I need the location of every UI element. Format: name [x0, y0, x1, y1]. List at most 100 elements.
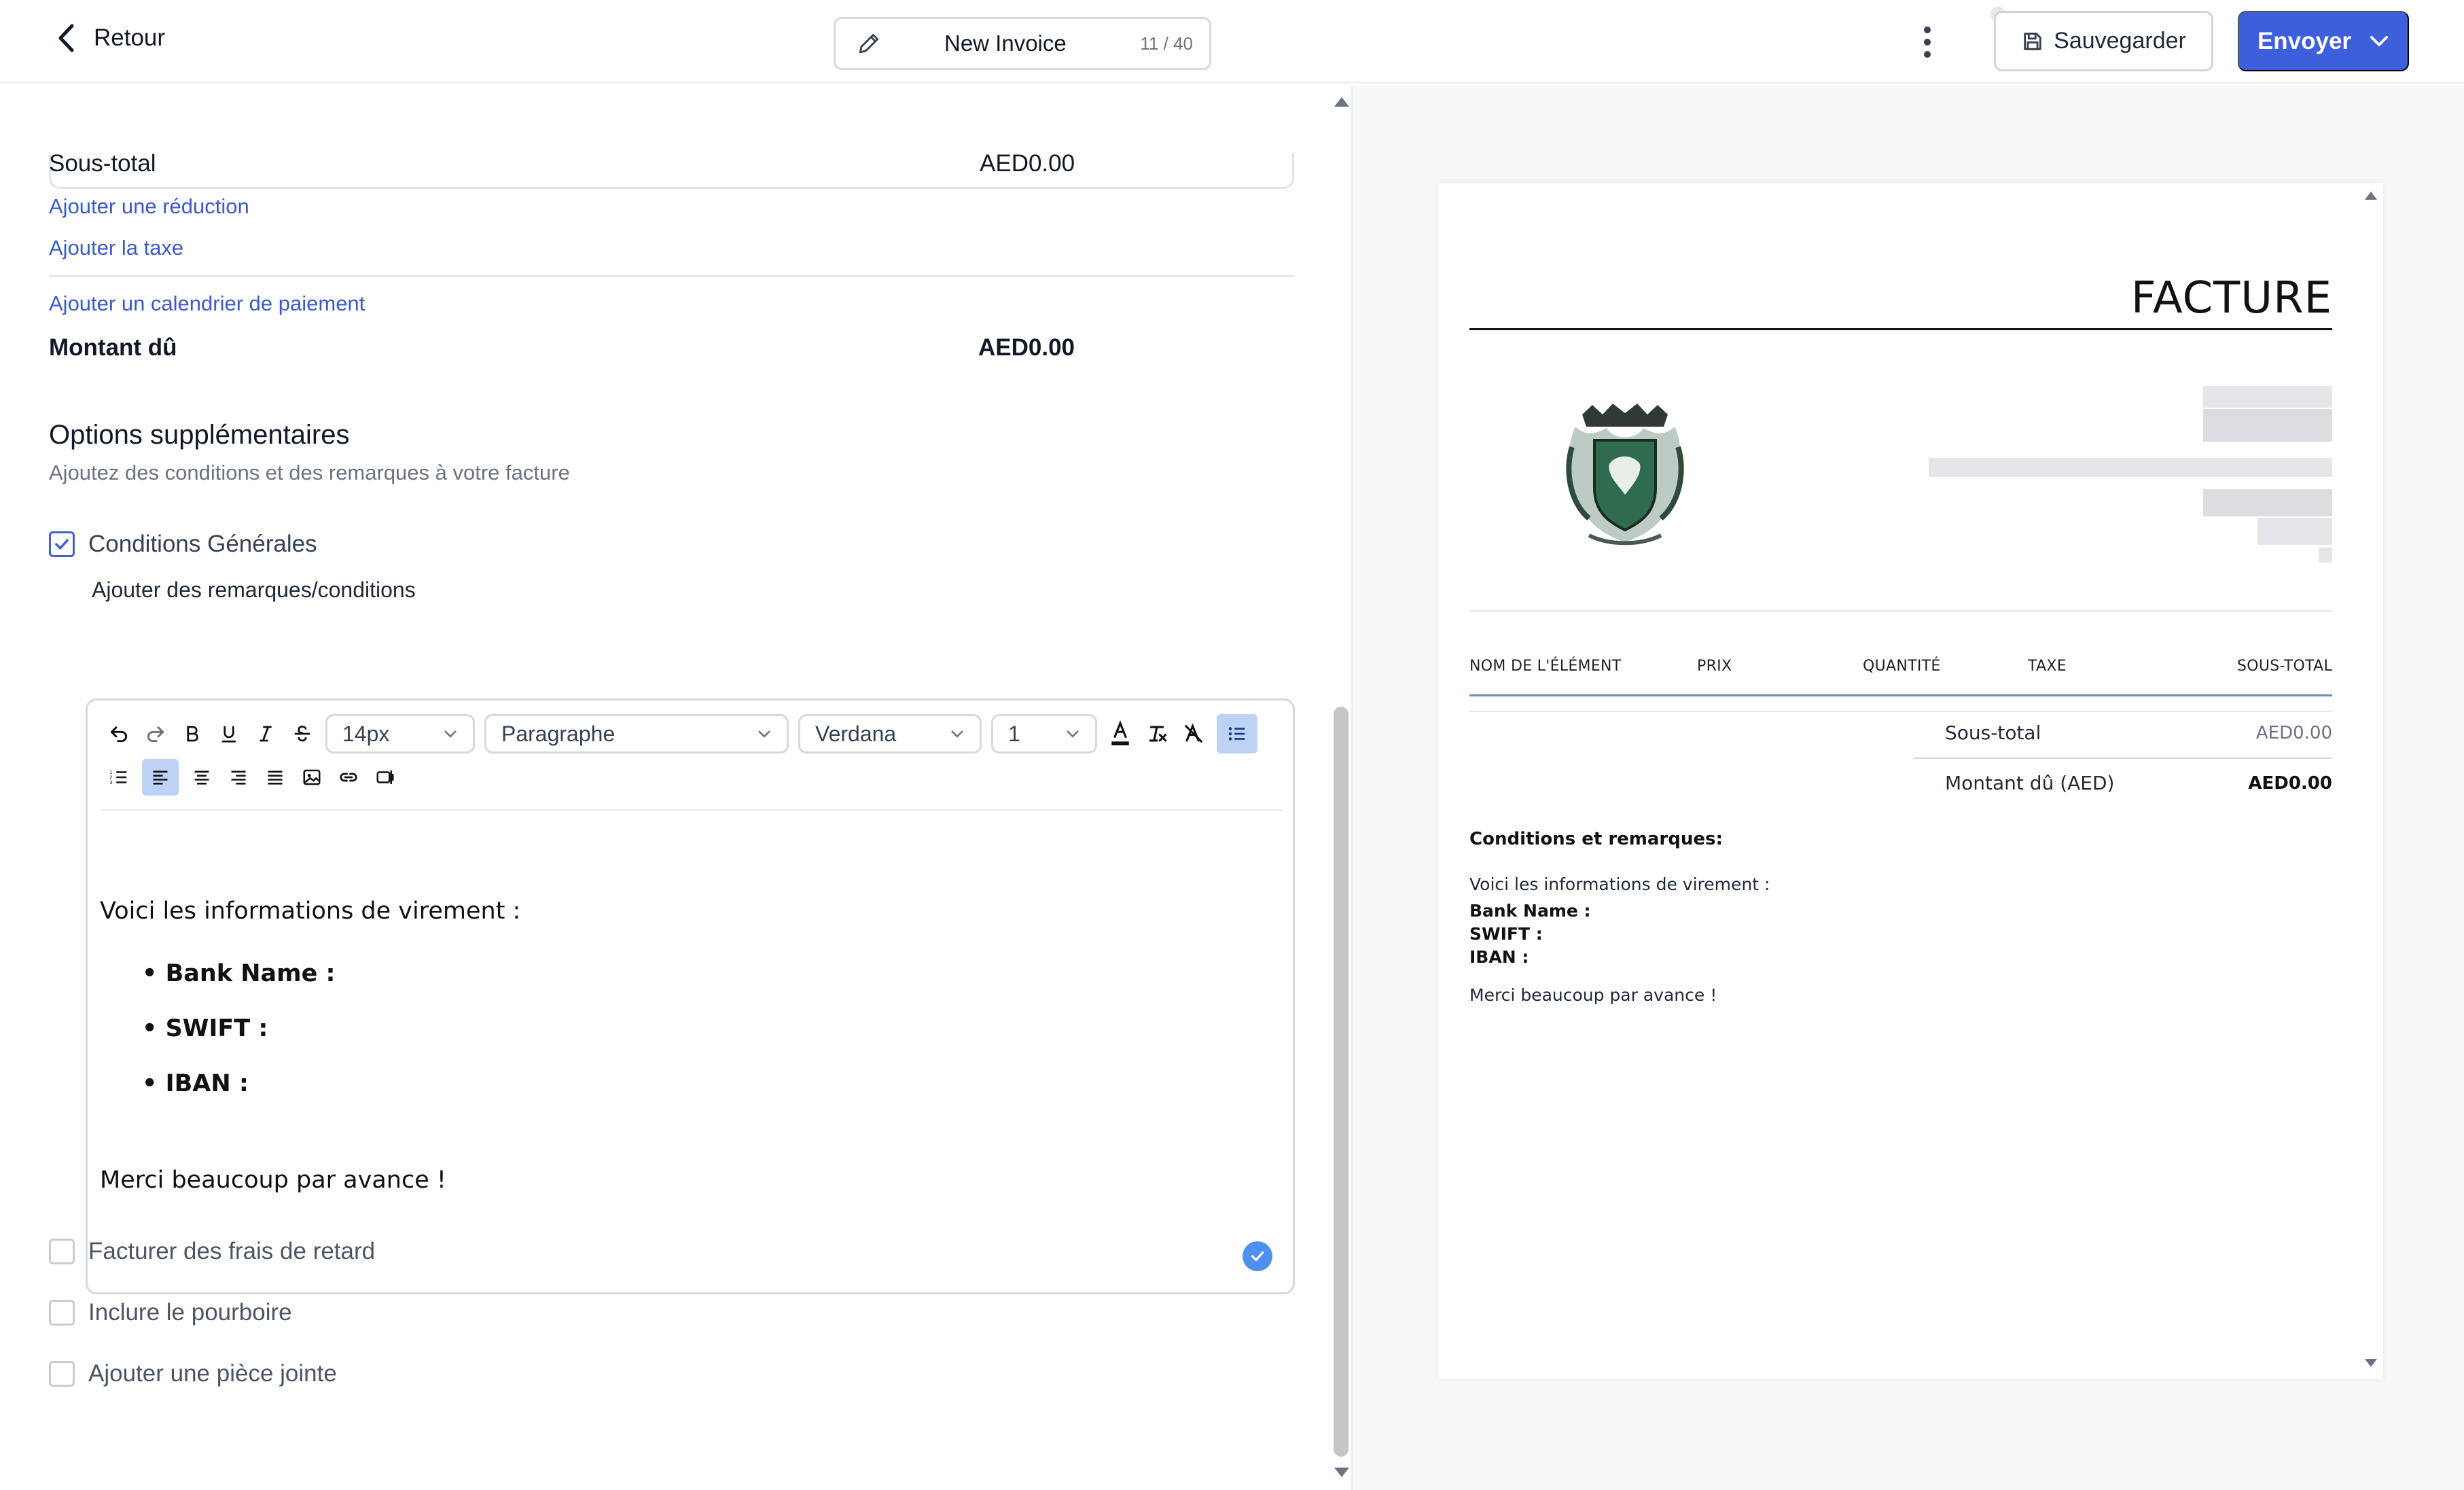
company-address-blurred [1929, 458, 2332, 477]
embed-icon[interactable] [372, 764, 399, 791]
company-info-blurred [2257, 518, 2332, 545]
preview-title: FACTURE [2130, 273, 2332, 323]
chevron-down-icon [757, 729, 772, 739]
terms-label: Conditions Générales [88, 531, 317, 557]
late-fee-option[interactable]: Facturer des frais de retard [49, 1238, 375, 1265]
table-header-rule [1469, 694, 2332, 696]
subtotal-label: Sous-total [49, 150, 156, 177]
options-title: Options supplémentaires [49, 420, 350, 450]
form-scrollbar-thumb[interactable] [1334, 707, 1349, 1457]
preview-scroll-down-icon[interactable] [2365, 1359, 2377, 1367]
title-char-counter: 11 / 40 [1140, 33, 1193, 54]
grammar-check-icon[interactable] [1243, 1241, 1272, 1271]
column-tax: TAXE [2028, 658, 2067, 675]
attachment-checkbox[interactable] [49, 1361, 75, 1387]
pencil-icon [856, 31, 882, 56]
invoice-form-panel: Sous-total AED0.00 Ajouter une réduction… [0, 86, 1329, 1490]
numbered-list-icon[interactable]: 123 [105, 764, 132, 791]
bold-icon[interactable] [179, 720, 206, 747]
preview-notes-line: IBAN : [1469, 947, 1529, 967]
undo-icon[interactable] [105, 720, 132, 747]
preview-notes-line: SWIFT : [1469, 924, 1543, 944]
preview-notes-line: Bank Name : [1469, 901, 1591, 921]
preview-notes-intro: Voici les informations de virement : [1469, 874, 1770, 894]
tip-option[interactable]: Inclure le pourboire [49, 1299, 292, 1326]
editor-toolbar-row-2: 123 [105, 759, 399, 796]
company-info-blurred [2203, 386, 2332, 408]
italic-icon[interactable] [252, 720, 279, 747]
font-size-select[interactable]: 14px [325, 714, 475, 753]
company-info-blurred [2319, 548, 2332, 563]
document-title-field[interactable]: New Invoice 11 / 40 [834, 17, 1211, 70]
scroll-up-icon[interactable] [1334, 97, 1349, 107]
subtotal-value: AED0.00 [980, 150, 1075, 177]
terms-checkbox[interactable] [49, 531, 75, 557]
rich-text-editor[interactable]: 14px Paragraphe Verdana 1 123 Voici les … [86, 698, 1295, 1294]
preview-scroll-up-icon[interactable] [2365, 192, 2377, 200]
preview-subtotal-label: Sous-total [1945, 722, 2041, 744]
align-left-icon[interactable] [142, 759, 179, 796]
save-icon [2021, 30, 2044, 53]
send-button[interactable]: Envoyer [2238, 11, 2409, 71]
save-button[interactable]: Sauvegarder [1994, 11, 2213, 71]
amount-due-value: AED0.00 [978, 334, 1075, 361]
svg-text:3: 3 [109, 779, 112, 785]
amount-due-label: Montant dû [49, 334, 177, 361]
column-subtotal: SOUS-TOTAL [2236, 658, 2332, 675]
strikethrough-icon[interactable] [289, 720, 316, 747]
add-payment-schedule-link[interactable]: Ajouter un calendrier de paiement [49, 291, 365, 316]
underline-icon[interactable] [215, 720, 243, 747]
chevron-down-icon [1065, 729, 1080, 739]
link-icon[interactable] [335, 764, 362, 791]
block-format-value: Paragraphe [501, 721, 615, 746]
clear-format-icon[interactable] [1143, 720, 1171, 747]
add-discount-link[interactable]: Ajouter une réduction [49, 194, 249, 219]
preview-notes-heading: Conditions et remarques: [1469, 829, 1723, 849]
redo-icon[interactable] [142, 720, 169, 747]
attachment-option[interactable]: Ajouter une pièce jointe [49, 1360, 337, 1387]
align-right-icon[interactable] [225, 764, 252, 791]
back-button[interactable]: Retour [57, 19, 165, 57]
font-family-select[interactable]: Verdana [798, 714, 982, 753]
column-price: PRIX [1697, 658, 1732, 675]
column-quantity: QUANTITÉ [1863, 658, 1941, 675]
company-info-blurred [2203, 409, 2332, 442]
preview-amount-due-value: AED0.00 [2248, 773, 2332, 794]
save-label: Sauvegarder [2054, 28, 2186, 54]
late-fee-checkbox[interactable] [49, 1239, 75, 1264]
chevron-down-icon [2369, 35, 2389, 48]
align-center-icon[interactable] [188, 764, 215, 791]
image-icon[interactable] [298, 764, 325, 791]
scroll-down-icon[interactable] [1334, 1468, 1349, 1477]
text-color-icon[interactable] [1107, 720, 1134, 747]
preview-subtotal-value: AED0.00 [2255, 723, 2332, 743]
previous-section-card [49, 154, 1294, 189]
toolbar-divider [101, 809, 1282, 811]
invoice-preview-page: FACTURE NOM DE L'ÉLÉMENT PRIX QUANTITÉ T… [1438, 183, 2383, 1379]
chevron-down-icon [950, 729, 965, 739]
top-bar: Retour New Invoice 11 / 40 Sauvegarder E… [0, 0, 2464, 84]
more-options-icon[interactable] [1914, 24, 1940, 60]
bullet-list-icon[interactable] [1217, 714, 1257, 753]
add-tax-link[interactable]: Ajouter la taxe [49, 236, 183, 260]
justify-icon[interactable] [262, 764, 289, 791]
document-title: New Invoice [944, 31, 1067, 56]
editor-bullet: • SWIFT : [142, 1015, 268, 1042]
options-subtitle: Ajoutez des conditions et des remarques … [49, 461, 570, 484]
tip-checkbox[interactable] [49, 1300, 75, 1326]
line-height-select[interactable]: 1 [991, 714, 1097, 753]
font-family-value: Verdana [815, 721, 897, 746]
preview-notes-closing: Merci beaucoup par avance ! [1469, 985, 1717, 1005]
font-size-value: 14px [342, 721, 390, 746]
highlight-off-icon[interactable] [1180, 720, 1207, 747]
notes-field-label: Ajouter des remarques/conditions [92, 578, 416, 602]
editor-intro: Voici les informations de virement : [100, 898, 521, 925]
editor-bullet: • IBAN : [142, 1070, 249, 1097]
send-label: Envoyer [2257, 27, 2352, 54]
preview-title-rule [1469, 328, 2332, 330]
block-format-select[interactable]: Paragraphe [484, 714, 789, 753]
divider [1469, 711, 2332, 712]
tip-label: Inclure le pourboire [88, 1299, 292, 1326]
terms-option[interactable]: Conditions Générales [49, 531, 317, 558]
chevron-left-icon [57, 23, 75, 53]
